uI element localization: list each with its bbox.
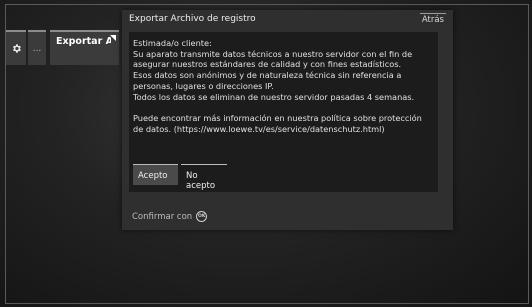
export-log-label: Exportar Archivo de — [56, 36, 111, 47]
dialog-footer: Confirmar con OK — [132, 211, 208, 222]
privacy-message: Estimada/o cliente: Su aparato transmite… — [133, 38, 422, 134]
ok-button-icon: OK — [196, 211, 208, 222]
gear-icon — [12, 44, 21, 53]
confirm-hint: Confirmar con — [132, 211, 193, 222]
export-log-tile[interactable]: Exportar Archivo de — [50, 30, 119, 65]
back-button[interactable]: Atrás — [419, 13, 446, 25]
accept-button[interactable]: Acepto — [133, 164, 178, 185]
dialog-body: Estimada/o cliente: Su aparato transmite… — [129, 32, 438, 192]
settings-tile[interactable] — [6, 30, 26, 65]
export-log-dialog: Exportar Archivo de registro Atrás Estim… — [122, 10, 453, 230]
consent-buttons: Acepto No acepto — [133, 164, 227, 191]
more-dots: ... — [32, 43, 42, 54]
corner-marker-icon — [110, 35, 116, 41]
dialog-title: Exportar Archivo de registro — [129, 14, 256, 24]
more-tile[interactable]: ... — [28, 30, 46, 65]
dialog-header: Exportar Archivo de registro Atrás — [122, 10, 453, 30]
decline-button[interactable]: No acepto — [181, 164, 227, 191]
